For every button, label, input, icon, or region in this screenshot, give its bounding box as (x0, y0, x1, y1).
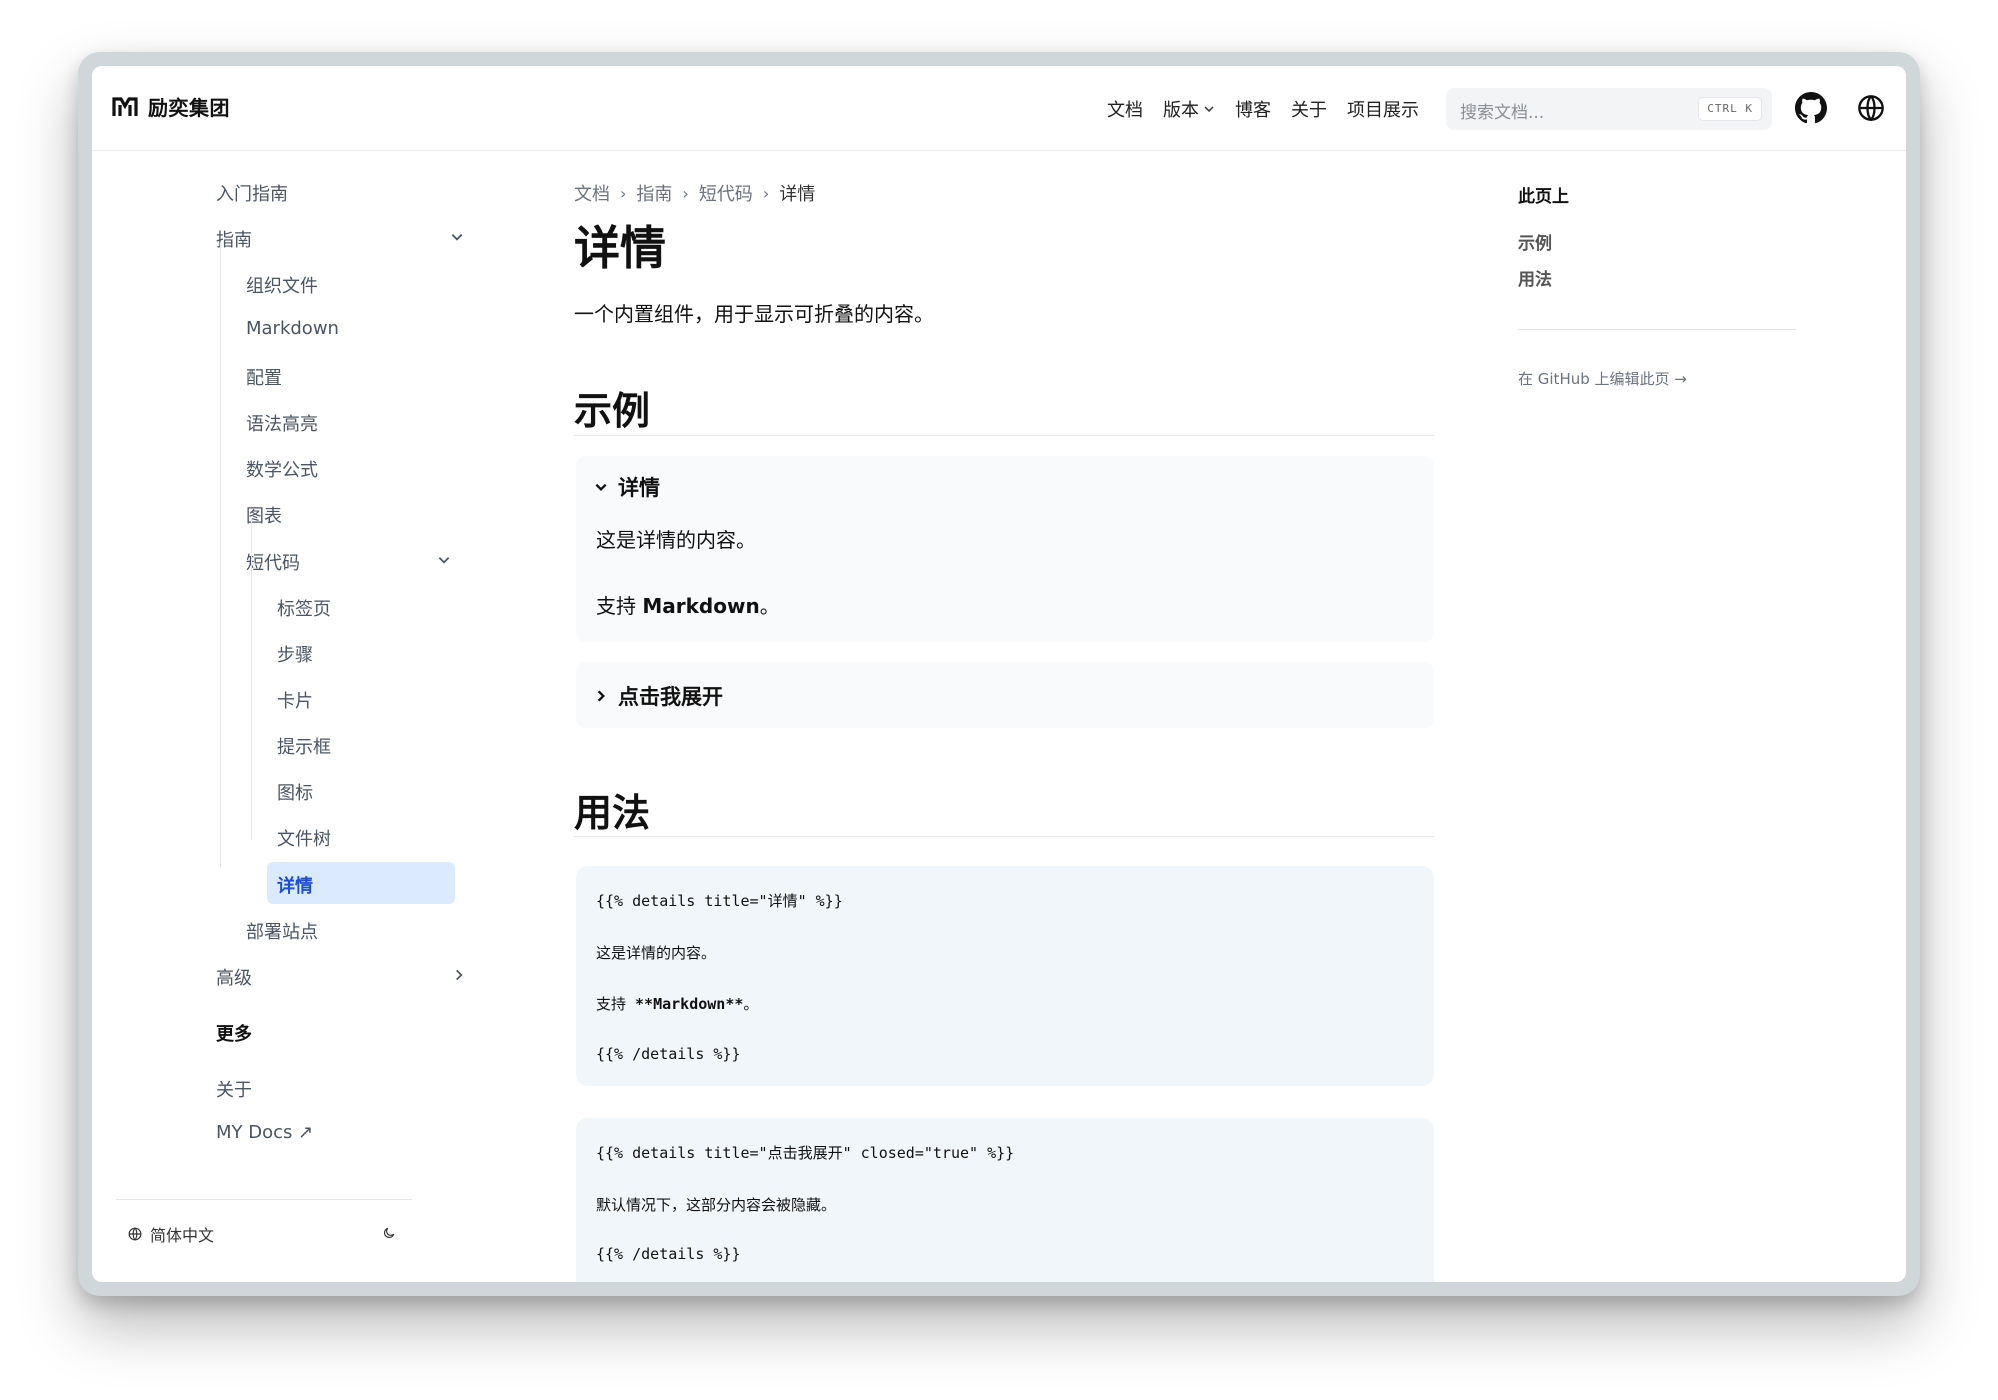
sidebar-item-getting-started[interactable]: 入门指南 (216, 180, 288, 206)
sidebar-item-organize[interactable]: 组织文件 (246, 272, 318, 298)
sidebar-item-mydocs[interactable]: MY Docs ↗ (216, 1122, 313, 1143)
sidebar-item-cards[interactable]: 卡片 (277, 687, 313, 713)
details-summary[interactable]: 详情 (594, 472, 660, 502)
toc-divider (1518, 329, 1796, 330)
top-nav: 文档 版本 博客 关于 项目展示 (1107, 96, 1419, 122)
search-placeholder: 搜索文档... (1460, 103, 1545, 123)
nav-showcase[interactable]: 项目展示 (1347, 96, 1419, 122)
details-paragraph: 这是详情的内容。 (596, 528, 756, 552)
language-switcher[interactable]: 简体中文 (128, 1222, 214, 1246)
nav-about[interactable]: 关于 (1291, 96, 1327, 122)
sidebar-item-about[interactable]: 关于 (216, 1076, 252, 1102)
details-closed[interactable]: 点击我展开 (576, 662, 1434, 728)
code-block[interactable]: {{% details title="点击我展开" closed="true" … (576, 1118, 1434, 1282)
heading-example: 示例 (574, 389, 651, 433)
search-shortcut-badge: CTRL K (1698, 97, 1762, 121)
code-line: {{% /details %}} (596, 1245, 741, 1263)
chevron-right-icon (597, 690, 605, 702)
sidebar-guide-tree-line (220, 242, 221, 867)
nav-versions[interactable]: 版本 (1163, 96, 1215, 122)
sidebar-item-math[interactable]: 数学公式 (246, 456, 318, 482)
details-summary[interactable]: 点击我展开 (594, 681, 723, 711)
code-line: {{% details title="点击我展开" closed="true" … (596, 1144, 1015, 1162)
moon-icon[interactable] (382, 1226, 396, 1240)
logo-icon (112, 96, 138, 116)
chevron-down-icon (1204, 106, 1214, 113)
sidebar-item-details-active[interactable]: 详情 (277, 872, 313, 898)
details-open: 详情 这是详情的内容。 支持 Markdown。 (576, 456, 1434, 642)
breadcrumb-shortcodes[interactable]: 短代码 (699, 180, 753, 206)
sidebar-item-guide[interactable]: 指南 (216, 226, 252, 252)
details-summary-label: 点击我展开 (618, 685, 723, 709)
toc-title: 此页上 (1518, 187, 1569, 207)
details-paragraph: 支持 Markdown。 (596, 590, 780, 619)
sidebar-item-deploy[interactable]: 部署站点 (246, 918, 318, 944)
sidebar-item-tabs[interactable]: 标签页 (277, 595, 331, 621)
sidebar-item-advanced[interactable]: 高级 (216, 964, 252, 990)
language-globe-icon[interactable] (1857, 94, 1885, 122)
chevron-down-icon[interactable] (450, 230, 464, 244)
code-line: {{% /details %}} (596, 1045, 741, 1063)
page-lead: 一个内置组件，用于显示可折叠的内容。 (574, 302, 934, 326)
edit-on-github-link[interactable]: 在 GitHub 上编辑此页 → (1518, 368, 1687, 389)
brand-name: 励奕集团 (148, 96, 230, 120)
code-block[interactable]: {{% details title="详情" %}} 这是详情的内容。 支持 *… (576, 866, 1434, 1086)
code-line: {{% details title="详情" %}} (596, 892, 843, 910)
sidebar-item-filetree[interactable]: 文件树 (277, 825, 331, 851)
code-line: 默认情况下，这部分内容会被隐藏。 (596, 1196, 837, 1214)
details-summary-label: 详情 (618, 476, 660, 500)
sidebar-item-shortcodes[interactable]: 短代码 (246, 549, 300, 575)
sidebar-item-syntax[interactable]: 语法高亮 (246, 410, 318, 436)
language-label: 简体中文 (150, 1226, 215, 1245)
globe-icon (128, 1227, 142, 1241)
chevron-down-icon (595, 483, 607, 491)
breadcrumb-current: 详情 (779, 184, 816, 205)
sidebar-footer-divider (116, 1199, 412, 1200)
sidebar-heading-more: 更多 (216, 1024, 252, 1045)
chevron-right-icon: › (620, 183, 627, 203)
code-bold-text: **Markdown** (635, 995, 744, 1013)
sidebar-item-icons[interactable]: 图标 (277, 779, 313, 805)
heading-rule (574, 435, 1434, 436)
nav-docs[interactable]: 文档 (1107, 96, 1143, 122)
sidebar-item-steps[interactable]: 步骤 (277, 641, 313, 667)
sidebar-item-callout[interactable]: 提示框 (277, 733, 331, 759)
breadcrumb-docs[interactable]: 文档 (574, 180, 610, 206)
page-title: 详情 (574, 221, 666, 275)
toc-link-usage[interactable]: 用法 (1518, 265, 1552, 290)
breadcrumb: 文档 › 指南 › 短代码 › 详情 (574, 180, 815, 206)
github-icon[interactable] (1795, 92, 1827, 124)
chevron-right-icon[interactable] (452, 968, 466, 982)
details-text: 支持 (596, 594, 643, 618)
code-text: 支持 (596, 995, 636, 1013)
breadcrumb-guide[interactable]: 指南 (636, 180, 672, 206)
browser-window: 励奕集团 文档 版本 博客 关于 项目展示 搜索文档... CTRL K 入门指… (92, 66, 1906, 1282)
heading-usage: 用法 (574, 791, 651, 835)
sidebar-shortcodes-tree-line (251, 518, 252, 840)
heading-rule (574, 836, 1434, 837)
details-bold-text: Markdown (642, 594, 760, 618)
chevron-down-icon[interactable] (437, 553, 451, 567)
top-header: 励奕集团 文档 版本 博客 关于 项目展示 搜索文档... CTRL K (92, 66, 1906, 151)
sidebar-item-markdown[interactable]: Markdown (246, 318, 339, 339)
sidebar-item-config[interactable]: 配置 (246, 364, 282, 390)
toc-link-example[interactable]: 示例 (1518, 229, 1552, 254)
code-line: 这是详情的内容。 (596, 944, 717, 962)
code-line: 支持 **Markdown**。 (596, 993, 758, 1014)
chevron-right-icon: › (762, 183, 770, 203)
nav-versions-label: 版本 (1163, 100, 1199, 121)
search-input[interactable]: 搜索文档... CTRL K (1446, 88, 1772, 130)
brand-logo[interactable]: 励奕集团 (112, 92, 230, 121)
chevron-right-icon: › (682, 183, 689, 203)
nav-blog[interactable]: 博客 (1235, 96, 1271, 122)
code-text: 。 (743, 995, 759, 1013)
details-text: 。 (759, 594, 780, 618)
